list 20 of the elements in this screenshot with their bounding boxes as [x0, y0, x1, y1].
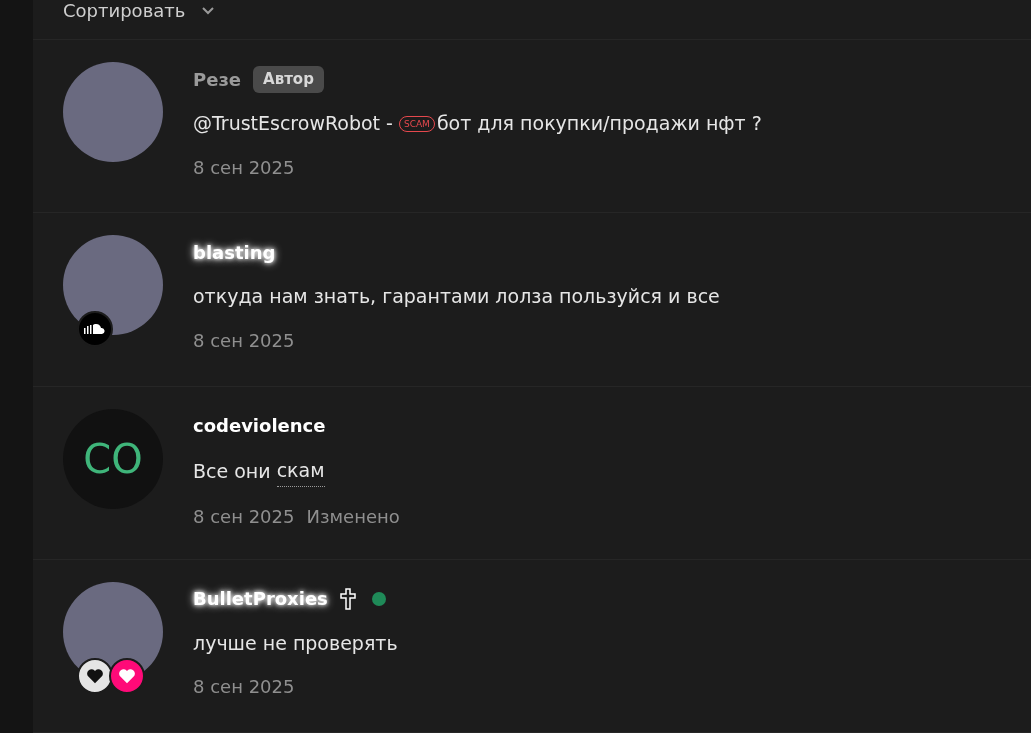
sort-label[interactable]: Сортировать: [63, 0, 186, 20]
caret-icon[interactable]: [201, 6, 216, 16]
comment-date: 8 сен 2025: [193, 328, 295, 353]
comment-date: 8 сен 2025: [193, 675, 295, 700]
comment-date: 8 сен 2025: [193, 505, 295, 530]
comment-text: Все они: [193, 459, 272, 485]
edited-label: Изменено: [306, 505, 400, 530]
avatar-initials: CO: [63, 408, 163, 509]
comment-text: откуда нам знать, гарантами лолза пользуйся и все: [193, 284, 720, 310]
author-name[interactable]: blasting: [193, 238, 276, 266]
comment-text: лучше не проверять: [193, 630, 398, 656]
author-name[interactable]: Резе: [193, 65, 242, 93]
comment-term: скам: [276, 455, 325, 488]
comment-date: 8 сен 2025: [193, 155, 295, 180]
comment-text: бот для покупки/продажи нфт ?: [436, 111, 762, 137]
author-badge: Автор: [253, 66, 324, 93]
author-name[interactable]: BulletProxies: [193, 585, 328, 613]
author-name[interactable]: codeviolence: [193, 412, 326, 440]
comment-text: @TrustEscrowRobot -: [193, 111, 394, 137]
cross-icon: [339, 587, 356, 610]
